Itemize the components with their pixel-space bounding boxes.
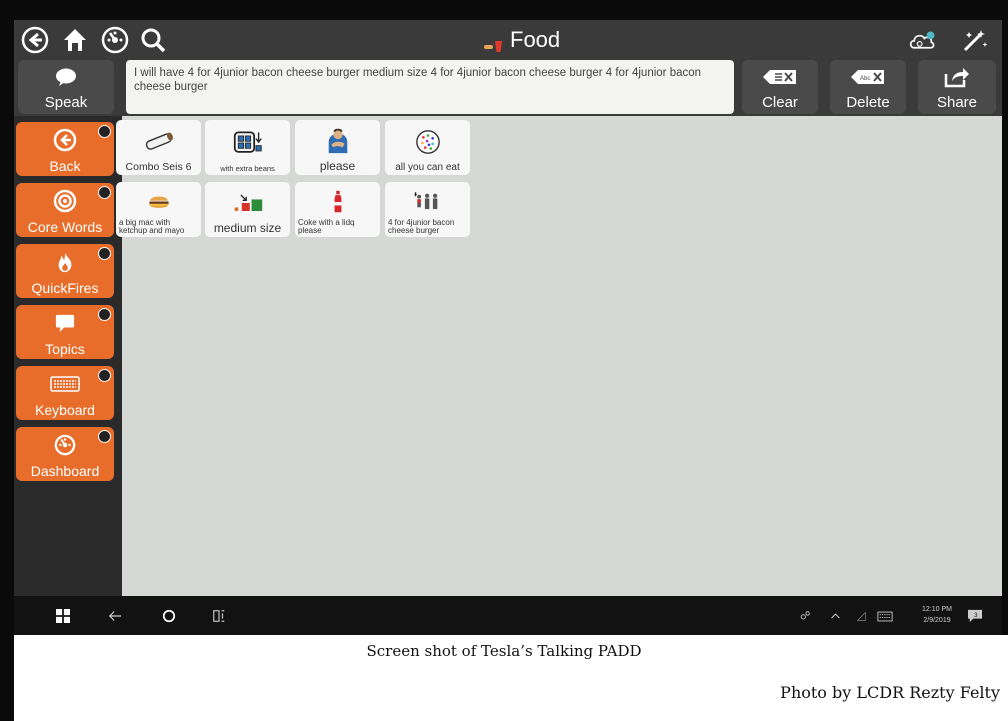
back-arrow-icon[interactable] xyxy=(20,25,50,55)
touch-keyboard-icon[interactable] xyxy=(876,605,894,627)
link-arrow-icon xyxy=(98,308,111,321)
system-clock[interactable]: 12:10 PM 2/9/2019 xyxy=(922,604,952,626)
notifications-icon[interactable]: 3 xyxy=(966,605,984,627)
sidebar: Back Core Words QuickFires Topics Keyboa… xyxy=(14,116,122,596)
tile-big-mac[interactable]: a big mac with ketchup and mayo xyxy=(116,182,201,237)
people-icon xyxy=(388,184,467,219)
tile-coke[interactable]: Coke with a lidq please xyxy=(295,182,380,237)
dashboard-icon xyxy=(54,427,76,463)
sidebar-item-label: Keyboard xyxy=(35,402,95,418)
top-bar: Food xyxy=(14,20,1002,60)
tile-4-for-4-junior[interactable]: 4 for 4junior bacon cheese burger xyxy=(385,182,470,237)
clear-icon xyxy=(762,60,798,94)
wifi-icon[interactable] xyxy=(854,605,868,627)
tile-label: Combo Seis 6 xyxy=(125,161,192,173)
tile-please[interactable]: please xyxy=(295,120,380,175)
soda-icon xyxy=(298,184,377,219)
tile-label: a big mac with ketchup and mayo xyxy=(119,219,185,235)
sidebar-item-back[interactable]: Back xyxy=(16,122,114,176)
tile-label: 4 for 4junior bacon cheese burger xyxy=(388,219,455,235)
cloud-sync-icon[interactable] xyxy=(904,25,940,55)
page-title: Food xyxy=(510,27,561,52)
sidebar-item-core-words[interactable]: Core Words xyxy=(16,183,114,237)
windows-taskbar: 12:10 PM 2/9/2019 3 xyxy=(14,596,1002,635)
back-arrow-icon[interactable] xyxy=(106,605,124,627)
link-arrow-icon xyxy=(98,247,111,260)
speech-bubble-icon xyxy=(54,60,78,94)
tile-label: Coke with a lidq please xyxy=(298,219,355,235)
sidebar-item-label: QuickFires xyxy=(31,280,99,296)
keyboard-icon xyxy=(50,366,80,402)
beans-grid-icon xyxy=(208,122,287,164)
link-arrow-icon xyxy=(98,125,111,138)
tile-combo-seis[interactable]: Combo Seis 6 xyxy=(116,120,201,175)
chevron-up-icon[interactable] xyxy=(828,605,842,627)
vocabulary-grid: Combo Seis 6 with extra beans please all… xyxy=(116,116,1002,596)
dashboard-icon[interactable] xyxy=(100,25,130,55)
link-arrow-icon xyxy=(98,369,111,382)
share-button[interactable]: Share xyxy=(918,60,996,114)
burger-icon xyxy=(119,184,198,219)
sidebar-item-quickfires[interactable]: QuickFires xyxy=(16,244,114,298)
device-screen: Food Speak I will have 4 for 4junior bac… xyxy=(14,20,1002,635)
clear-label: Clear xyxy=(762,94,798,111)
burrito-icon xyxy=(119,122,198,161)
device-bezel-top xyxy=(0,0,1008,20)
page-title-group: Food xyxy=(484,26,560,54)
tile-all-you-can-eat[interactable]: all you can eat xyxy=(385,120,470,175)
edit-magic-icon[interactable] xyxy=(960,25,990,55)
photo-frame: Food Speak I will have 4 for 4junior bac… xyxy=(0,0,1008,721)
share-icon xyxy=(944,60,970,94)
speak-label: Speak xyxy=(44,94,88,111)
sidebar-item-keyboard[interactable]: Keyboard xyxy=(16,366,114,420)
clear-button[interactable]: Clear xyxy=(742,60,818,114)
link-arrow-icon xyxy=(98,186,111,199)
size-icon xyxy=(208,184,287,221)
clock-time: 12:10 PM xyxy=(922,606,952,613)
speak-button[interactable]: Speak xyxy=(18,60,114,114)
photo-caption: Screen shot of Tesla’s Talking PADD xyxy=(366,642,642,660)
task-view-icon[interactable] xyxy=(210,605,228,627)
delete-word-icon: Abc xyxy=(850,60,886,94)
photo-credit: Photo by LCDR Rezty Felty xyxy=(780,683,1000,702)
sidebar-item-topics[interactable]: Topics xyxy=(16,305,114,359)
device-bezel-right xyxy=(1002,0,1008,635)
home-icon[interactable] xyxy=(60,25,90,55)
tile-label: medium size xyxy=(213,221,282,235)
target-icon xyxy=(53,183,77,219)
search-icon[interactable] xyxy=(138,25,168,55)
flame-icon xyxy=(54,244,76,280)
cortana-icon[interactable] xyxy=(160,605,178,627)
device-bezel-left xyxy=(0,0,14,721)
please-person-icon xyxy=(298,122,377,159)
message-window[interactable]: I will have 4 for 4junior bacon cheese b… xyxy=(126,60,734,114)
svg-text:Abc: Abc xyxy=(860,76,870,82)
delete-label: Delete xyxy=(846,94,890,111)
windows-start-icon[interactable] xyxy=(54,605,72,627)
delete-button[interactable]: Abc Delete xyxy=(830,60,906,114)
link-arrow-icon xyxy=(98,430,111,443)
sidebar-item-label: Topics xyxy=(45,341,85,357)
tile-label: please xyxy=(319,159,356,173)
sidebar-item-label: Dashboard xyxy=(30,463,100,479)
share-label: Share xyxy=(936,94,978,111)
sidebar-item-dashboard[interactable]: Dashboard xyxy=(16,427,114,481)
people-icon[interactable] xyxy=(798,605,812,627)
tile-medium-size[interactable]: medium size xyxy=(205,182,290,237)
tile-label: all you can eat xyxy=(395,162,460,173)
message-bar: Speak I will have 4 for 4junior bacon ch… xyxy=(14,60,1002,116)
sidebar-item-label: Back xyxy=(49,158,81,174)
notification-count: 3 xyxy=(974,612,978,619)
back-arrow-icon xyxy=(53,122,77,158)
speech-bubble-icon xyxy=(54,305,76,341)
food-icon xyxy=(484,33,504,52)
plate-icon xyxy=(388,122,467,162)
tile-extra-beans[interactable]: with extra beans xyxy=(205,120,290,175)
sidebar-item-label: Core Words xyxy=(27,219,103,235)
clock-date: 2/9/2019 xyxy=(923,617,951,624)
tile-label: with extra beans xyxy=(220,164,275,173)
